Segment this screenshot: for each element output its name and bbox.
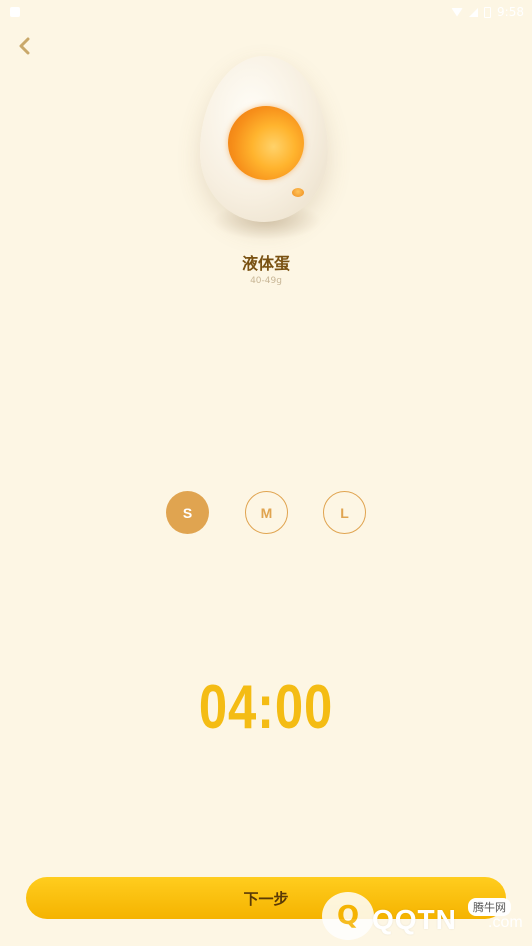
signal-icon	[469, 7, 479, 17]
watermark-badge: 腾牛网	[468, 898, 511, 916]
size-selector: S M L	[0, 491, 532, 535]
egg-yolk	[228, 106, 304, 180]
size-m-button[interactable]: M	[245, 491, 288, 534]
wifi-icon	[451, 7, 464, 17]
watermark-suffix: .com	[488, 914, 523, 931]
status-time: 9:58	[497, 5, 524, 19]
back-button[interactable]	[14, 36, 34, 56]
status-indicators: 9:58	[451, 5, 524, 19]
watermark-text: QQTN	[372, 904, 457, 935]
egg-type-title: 液体蛋	[241, 254, 290, 273]
battery-icon	[484, 6, 492, 18]
egg-weight-range: 40-49g	[250, 276, 282, 286]
watermark-logo-icon: Q	[322, 892, 374, 940]
notification-icon	[10, 7, 20, 17]
next-step-label: 下一步	[243, 889, 289, 908]
size-l-button[interactable]: L	[323, 491, 366, 534]
cook-timer: 04:00	[198, 673, 334, 742]
status-bar: 9:58	[0, 0, 532, 24]
egg-illustration	[196, 52, 334, 240]
yolk-drop	[292, 188, 304, 197]
size-s-button[interactable]: S	[166, 491, 209, 534]
egg-white	[200, 56, 328, 222]
watermark: Q QQTN .com 腾牛网	[322, 890, 532, 946]
chevron-left-icon	[19, 37, 30, 55]
